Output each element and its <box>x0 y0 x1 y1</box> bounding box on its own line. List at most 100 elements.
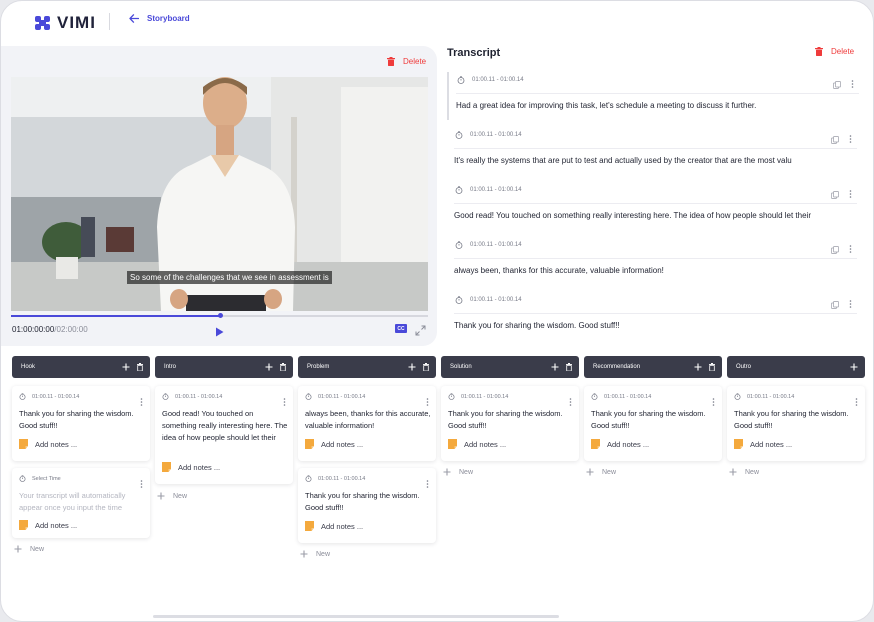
plus-icon <box>551 363 559 371</box>
add-notes-label: Add notes ... <box>750 439 793 449</box>
column-actions <box>850 358 858 376</box>
add-notes-button[interactable]: Add notes ... <box>19 520 77 530</box>
card-timestamp: 01:00.11 - 01:00.14 <box>591 393 651 400</box>
more-vertical-icon <box>849 300 852 308</box>
copy-button[interactable] <box>831 131 839 149</box>
delete-column-button[interactable] <box>280 358 286 376</box>
new-card-button[interactable]: New <box>443 468 473 476</box>
transcript-entry[interactable]: 01:00.11 - 01:00.14 always been, thanks … <box>447 237 857 285</box>
horizontal-scrollbar[interactable] <box>153 615 559 618</box>
transcript-entry[interactable]: 01:00.11 - 01:00.14 It's really the syst… <box>447 127 857 175</box>
trash-icon <box>709 363 715 372</box>
stopwatch-icon <box>19 475 26 482</box>
card-timestamp: 01:00.11 - 01:00.14 <box>305 475 365 482</box>
stopwatch-icon <box>19 393 26 400</box>
add-card-button[interactable] <box>408 358 416 376</box>
play-button[interactable] <box>215 324 224 342</box>
back-label: Storyboard <box>147 14 190 23</box>
entry-divider <box>454 148 857 149</box>
add-card-button[interactable] <box>265 358 273 376</box>
new-card-button[interactable]: New <box>14 545 44 553</box>
more-options-button[interactable] <box>849 295 852 313</box>
plus-icon <box>694 363 702 371</box>
copy-icon <box>831 301 839 309</box>
storyboard-card[interactable]: 01:00.11 - 01:00.14 Good read! You touch… <box>155 386 293 484</box>
new-card-button[interactable]: New <box>586 468 616 476</box>
duration: 02:00:00 <box>56 325 88 334</box>
column-header: Problem <box>298 356 436 378</box>
stopwatch-icon <box>455 186 463 194</box>
delete-column-button[interactable] <box>566 358 572 376</box>
note-icon <box>591 439 600 449</box>
column-actions <box>694 358 715 376</box>
storyboard-card[interactable]: 01:00.11 - 01:00.14 Thank you for sharin… <box>12 386 150 461</box>
new-card-button[interactable]: New <box>157 492 187 500</box>
plus-icon <box>157 492 165 500</box>
delete-column-button[interactable] <box>423 358 429 376</box>
more-vertical-icon <box>140 398 143 406</box>
copy-button[interactable] <box>833 76 841 94</box>
stopwatch-icon <box>455 241 463 249</box>
copy-button[interactable] <box>831 241 839 259</box>
fullscreen-button[interactable] <box>415 323 426 341</box>
more-options-button[interactable] <box>849 240 852 258</box>
column-header: Hook <box>12 356 150 378</box>
transcript-delete-button[interactable]: Delete <box>815 47 854 56</box>
new-card-button[interactable]: New <box>300 550 330 558</box>
transcript-title: Transcript <box>447 47 501 59</box>
stopwatch-icon <box>162 393 169 400</box>
column-actions <box>408 358 429 376</box>
entry-text: Had a great idea for improving this task… <box>456 101 757 110</box>
video-progress-bar[interactable] <box>11 313 428 318</box>
video-delete-button[interactable]: Delete <box>387 57 426 66</box>
add-notes-button[interactable]: Add notes ... <box>305 521 363 531</box>
plus-icon <box>265 363 273 371</box>
captions-button[interactable]: CC <box>395 324 407 333</box>
card-text: Thank you for sharing the wisdom. Good s… <box>448 409 563 430</box>
more-options-button[interactable] <box>849 185 852 203</box>
add-notes-button[interactable]: Add notes ... <box>162 462 220 472</box>
storyboard-card[interactable]: 01:00.11 - 01:00.14 Thank you for sharin… <box>727 386 865 461</box>
copy-icon <box>831 136 839 144</box>
storyboard-card[interactable]: Select Time Your transcript will automat… <box>12 468 150 538</box>
plus-icon <box>729 468 737 476</box>
add-notes-button[interactable]: Add notes ... <box>734 439 792 449</box>
add-notes-label: Add notes ... <box>35 439 78 449</box>
storyboard-card[interactable]: 01:00.11 - 01:00.14 Thank you for sharin… <box>584 386 722 461</box>
copy-button[interactable] <box>831 186 839 204</box>
storyboard-card[interactable]: 01:00.11 - 01:00.14 always been, thanks … <box>298 386 436 461</box>
more-options-button[interactable] <box>849 130 852 148</box>
new-card-button[interactable]: New <box>729 468 759 476</box>
storyboard-column: Recommendation 01:00.11 - 01:00.14 Thank… <box>584 356 722 476</box>
delete-column-button[interactable] <box>709 358 715 376</box>
add-notes-button[interactable]: Add notes ... <box>305 439 363 449</box>
delete-column-button[interactable] <box>137 358 143 376</box>
more-options-button[interactable] <box>851 75 854 93</box>
add-notes-button[interactable]: Add notes ... <box>591 439 649 449</box>
column-actions <box>265 358 286 376</box>
transcript-entry[interactable]: 01:00.11 - 01:00.14 Had a great idea for… <box>447 72 859 120</box>
add-notes-button[interactable]: Add notes ... <box>19 439 77 449</box>
card-timestamp[interactable]: Select Time <box>19 475 61 482</box>
card-time-label: 01:00.11 - 01:00.14 <box>604 393 652 400</box>
column-header: Solution <box>441 356 579 378</box>
transcript-entry[interactable]: 01:00.11 - 01:00.14 Thank you for sharin… <box>447 292 857 340</box>
add-notes-button[interactable]: Add notes ... <box>448 439 506 449</box>
storyboard-card[interactable]: 01:00.11 - 01:00.14 Thank you for sharin… <box>298 468 436 543</box>
card-timestamp: 01:00.11 - 01:00.14 <box>734 393 794 400</box>
add-card-button[interactable] <box>551 358 559 376</box>
more-vertical-icon <box>851 80 854 88</box>
add-card-button[interactable] <box>122 358 130 376</box>
progress-handle[interactable] <box>217 313 223 318</box>
copy-button[interactable] <box>831 296 839 314</box>
progress-fill <box>11 315 220 317</box>
add-card-button[interactable] <box>850 358 858 376</box>
note-icon <box>734 439 743 449</box>
storyboard-card[interactable]: 01:00.11 - 01:00.14 Thank you for sharin… <box>441 386 579 461</box>
add-card-button[interactable] <box>694 358 702 376</box>
logo[interactable]: VIMI <box>35 13 96 33</box>
back-to-storyboard-link[interactable]: Storyboard <box>129 14 190 23</box>
storyboard-column: Outro 01:00.11 - 01:00.14 Thank you for … <box>727 356 865 476</box>
transcript-entry[interactable]: 01:00.11 - 01:00.14 Good read! You touch… <box>447 182 857 230</box>
column-title: Solution <box>450 364 472 370</box>
